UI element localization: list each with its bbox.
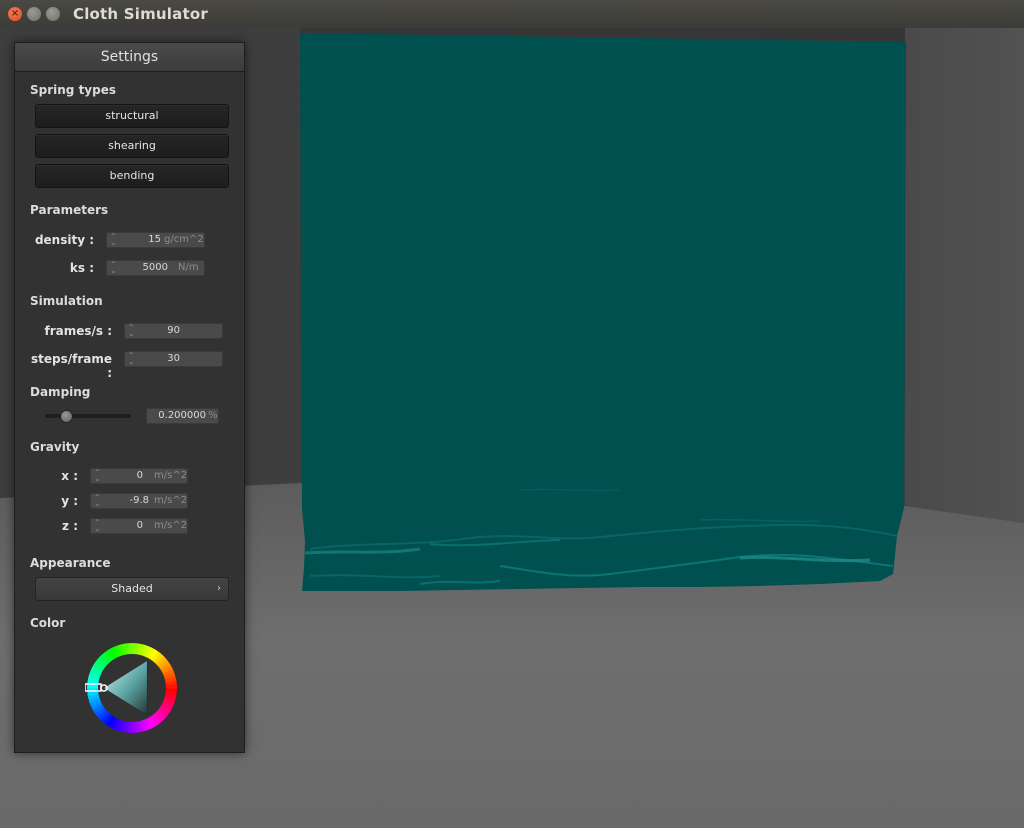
gravity-y-spinner-icon[interactable]: ⌃ ⌄: [94, 494, 101, 508]
gravity-y-field[interactable]: ⌃ ⌄ -9.8 m/s^2: [90, 493, 188, 509]
cloth: [300, 33, 906, 591]
gravity-x-value: 0: [136, 470, 143, 481]
settings-panel: Settings Spring types structural shearin…: [14, 42, 245, 753]
density-field[interactable]: ⌃ ⌄ 15 g/cm^2: [106, 232, 205, 248]
appearance-dropdown[interactable]: Shaded ›: [35, 577, 229, 601]
ks-label: ks :: [69, 261, 94, 275]
ks-value: 5000: [142, 262, 168, 273]
gravity-z-spinner-icon[interactable]: ⌃ ⌄: [94, 519, 101, 533]
bending-spring-button[interactable]: bending: [35, 164, 229, 188]
appearance-selected-value: Shaded: [111, 582, 153, 595]
ks-field[interactable]: ⌃ ⌄ 5000 N/m: [106, 260, 205, 276]
fps-spinner-icon[interactable]: ⌃ ⌄: [128, 324, 135, 338]
steps-per-frame-value: 30: [167, 353, 180, 364]
damping-heading: Damping: [30, 385, 91, 399]
damping-slider[interactable]: [45, 410, 131, 423]
damping-field[interactable]: 0.200000 %: [146, 408, 219, 424]
gravity-z-unit: m/s^2: [154, 520, 188, 531]
simulation-heading: Simulation: [30, 294, 103, 308]
steps-per-frame-label: steps/frame :: [30, 352, 112, 380]
gravity-x-spinner-icon[interactable]: ⌃ ⌄: [94, 469, 101, 483]
gravity-x-unit: m/s^2: [154, 470, 188, 481]
chevron-right-icon: ›: [217, 583, 221, 594]
color-wheel[interactable]: [84, 641, 179, 735]
ks-unit: N/m: [178, 262, 199, 273]
settings-panel-title[interactable]: Settings: [15, 43, 244, 72]
close-window-button[interactable]: ×: [8, 7, 22, 21]
gravity-y-label: y :: [61, 494, 78, 508]
ks-spinner-icon[interactable]: ⌃ ⌄: [110, 261, 117, 275]
damping-unit: %: [208, 410, 218, 421]
gravity-z-label: z :: [62, 519, 78, 533]
parameters-heading: Parameters: [30, 203, 109, 217]
maximize-window-button[interactable]: [46, 7, 60, 21]
gravity-heading: Gravity: [30, 440, 80, 454]
frames-per-second-label: frames/s :: [44, 324, 112, 338]
side-wall: [905, 28, 1024, 523]
density-value: 15: [148, 234, 161, 245]
cloth-surface: [300, 33, 906, 591]
color-heading: Color: [30, 616, 66, 630]
steps-spinner-icon[interactable]: ⌃ ⌄: [128, 352, 135, 366]
density-label: density :: [34, 233, 94, 247]
gravity-x-label: x :: [61, 469, 78, 483]
spring-types-heading: Spring types: [30, 83, 117, 97]
appearance-heading: Appearance: [30, 556, 111, 570]
frames-per-second-field[interactable]: ⌃ ⌄ 90: [124, 323, 223, 339]
density-spinner-icon[interactable]: ⌃ ⌄: [110, 233, 117, 247]
damping-slider-handle[interactable]: [60, 410, 73, 423]
shearing-spring-button[interactable]: shearing: [35, 134, 229, 158]
gravity-x-field[interactable]: ⌃ ⌄ 0 m/s^2: [90, 468, 188, 484]
damping-value: 0.200000: [158, 410, 206, 421]
structural-spring-button[interactable]: structural: [35, 104, 229, 128]
gravity-y-value: -9.8: [129, 495, 149, 506]
density-unit: g/cm^2: [164, 234, 204, 245]
steps-per-frame-field[interactable]: ⌃ ⌄ 30: [124, 351, 223, 367]
title-bar: × Cloth Simulator: [0, 0, 1024, 29]
minimize-window-button[interactable]: [27, 7, 41, 21]
gravity-z-value: 0: [136, 520, 143, 531]
frames-per-second-value: 90: [167, 325, 180, 336]
gravity-z-field[interactable]: ⌃ ⌄ 0 m/s^2: [90, 518, 188, 534]
window-title: Cloth Simulator: [73, 5, 208, 23]
gravity-y-unit: m/s^2: [154, 495, 188, 506]
